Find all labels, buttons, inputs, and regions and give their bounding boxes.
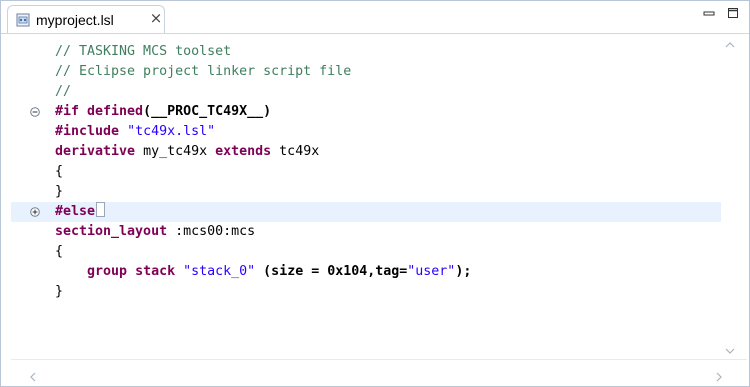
code-line-2: // Eclipse project linker script file — [11, 62, 721, 82]
fold-collapse-icon[interactable] — [30, 107, 40, 117]
lsl-file-icon — [16, 13, 30, 27]
code-token: :mcs00:mcs — [167, 224, 256, 239]
code-editor[interactable]: // TASKING MCS toolset // Eclipse projec… — [11, 35, 747, 369]
code-text: #else — [55, 202, 106, 222]
keyword: section_layout — [55, 224, 168, 239]
code-line-6: derivative my_tc49x extends tc49x — [11, 142, 721, 162]
tab-bar: myproject.lsl × — [1, 1, 749, 34]
keyword: group stack — [87, 264, 176, 279]
code-line-4: #if defined(__PROC_TC49X__) — [11, 102, 721, 122]
string-literal: "stack_0" — [183, 264, 256, 279]
keyword: extends — [215, 144, 272, 159]
code-token: ); — [455, 264, 472, 279]
comment-text: // — [55, 84, 72, 99]
code-token: (__PROC_TC49X__) — [143, 104, 272, 119]
code-text: derivative my_tc49x extends tc49x — [55, 142, 319, 162]
tab-label: myproject.lsl — [36, 12, 114, 28]
code-text: section_layout :mcs00:mcs — [55, 222, 255, 242]
fold-expand-icon[interactable] — [30, 207, 40, 217]
code-text: { — [55, 244, 64, 259]
code-token: tc49x — [271, 144, 320, 159]
scroll-up-icon[interactable] — [725, 41, 735, 49]
string-literal: "tc49x.lsl" — [127, 124, 216, 139]
code-token: my_tc49x — [135, 144, 216, 159]
keyword: derivative — [55, 144, 136, 159]
keyword: #if defined — [55, 104, 144, 119]
code-text: group stack "stack_0" (size = 0x104,tag=… — [55, 262, 471, 282]
string-literal: "user" — [407, 264, 456, 279]
code-text: #include "tc49x.lsl" — [55, 122, 215, 142]
code-line-5: #include "tc49x.lsl" — [11, 122, 721, 142]
horizontal-scrollbar[interactable] — [11, 359, 747, 386]
scroll-right-icon[interactable] — [715, 372, 723, 382]
code-line-10: section_layout :mcs00:mcs — [11, 222, 721, 242]
scroll-left-icon[interactable] — [29, 372, 37, 382]
code-line-12: group stack "stack_0" (size = 0x104,tag=… — [11, 262, 721, 282]
tab-myproject-lsl[interactable]: myproject.lsl × — [7, 5, 165, 33]
code-line-8: } — [11, 182, 721, 202]
scroll-down-icon[interactable] — [725, 347, 735, 355]
code-text: #if defined(__PROC_TC49X__) — [55, 102, 271, 122]
keyword: #include — [55, 124, 120, 139]
close-icon[interactable]: × — [148, 10, 164, 26]
minimize-icon[interactable] — [703, 7, 715, 19]
code-line-9-current: #else — [11, 202, 721, 222]
code-token: (size = 0x104,tag= — [255, 264, 408, 279]
editor-window: myproject.lsl × // TASKING MCS toolset /… — [0, 0, 750, 387]
code-line-3: // — [11, 82, 721, 102]
code-line-11: { — [11, 242, 721, 262]
comment-text: // Eclipse project linker script file — [55, 64, 352, 79]
code-line-1: // TASKING MCS toolset — [11, 42, 721, 62]
code-text: } — [55, 184, 64, 199]
maximize-icon[interactable] — [727, 7, 739, 19]
keyword: #else — [55, 204, 96, 219]
comment-text: // TASKING MCS toolset — [55, 44, 232, 59]
code-line-13: } — [11, 282, 721, 302]
code-text: } — [55, 284, 64, 299]
code-text: { — [55, 164, 64, 179]
folded-region-marker[interactable] — [96, 202, 106, 217]
code-line-7: { — [11, 162, 721, 182]
